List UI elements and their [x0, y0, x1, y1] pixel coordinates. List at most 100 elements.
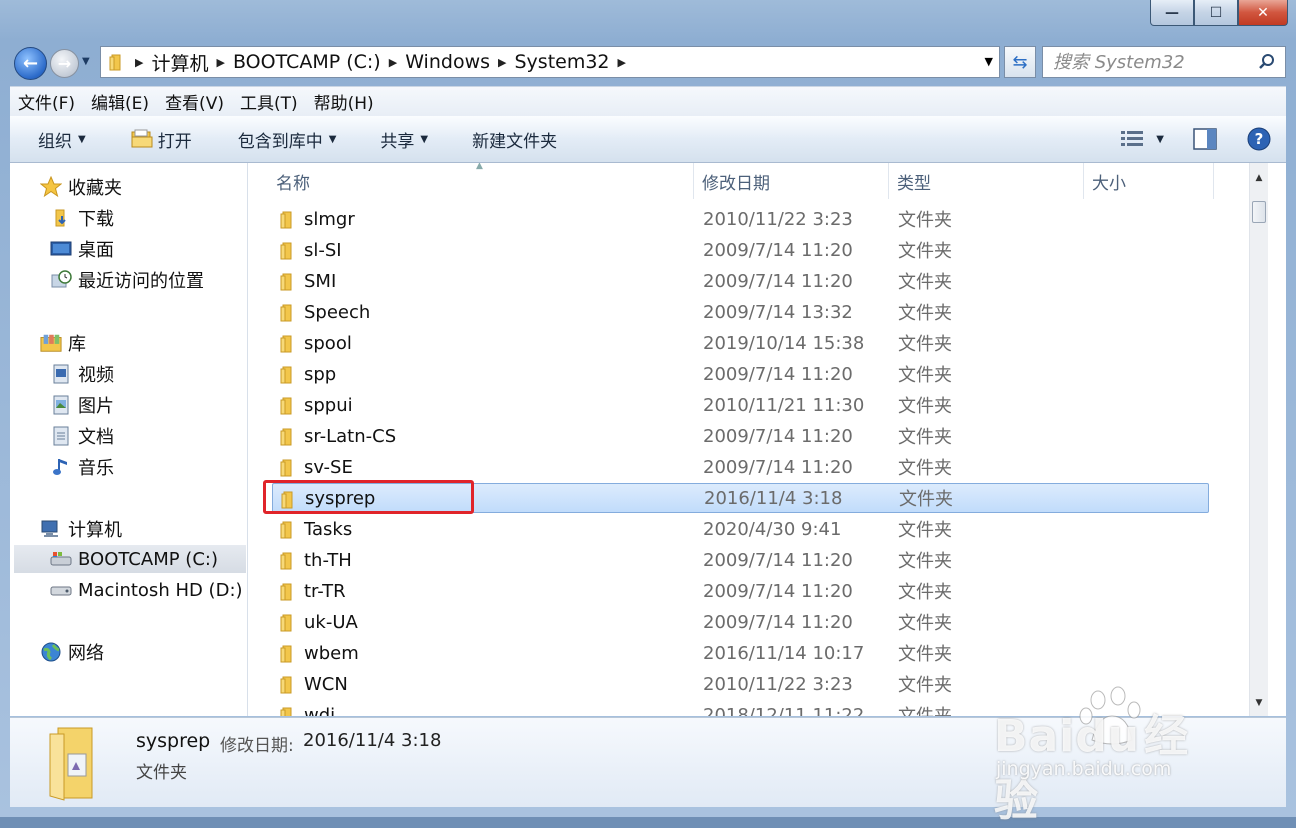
organize-button[interactable]: 组织 ▼ — [38, 127, 86, 152]
table-row[interactable]: uk-UA 2009/7/14 11:20 文件夹 — [272, 607, 1209, 637]
minimize-button[interactable]: — — [1150, 0, 1194, 26]
recent-pages-dropdown[interactable]: ▼ — [82, 56, 90, 67]
close-button[interactable]: ✕ — [1238, 0, 1288, 26]
row-name: Speech — [304, 301, 371, 323]
table-row[interactable]: SMI 2009/7/14 11:20 文件夹 — [272, 266, 1209, 296]
sidebar-item-desktop[interactable]: 桌面 — [50, 235, 114, 263]
sidebar-item-network[interactable]: 网络 — [40, 638, 104, 666]
sidebar-item-videos[interactable]: 视频 — [50, 360, 114, 388]
arrow-left-icon: ← — [22, 53, 39, 74]
row-date: 2009/7/14 11:20 — [703, 611, 853, 633]
breadcrumb-separator-icon[interactable]: ▶ — [135, 56, 143, 69]
back-button[interactable]: ← — [14, 47, 47, 80]
recent-places-icon — [50, 269, 72, 291]
breadcrumb-separator-icon[interactable]: ▶ — [618, 56, 626, 69]
column-header-size[interactable]: 大小 — [1084, 163, 1214, 199]
sidebar-item-recent-places[interactable]: 最近访问的位置 — [50, 266, 204, 294]
table-row[interactable]: Speech 2009/7/14 13:32 文件夹 — [272, 297, 1209, 327]
scroll-thumb[interactable] — [1252, 201, 1266, 223]
address-bar[interactable]: ▶ 计算机 ▶ BOOTCAMP (C:) ▶ Windows ▶ System… — [100, 46, 1000, 78]
sidebar-item-downloads[interactable]: 下载 — [50, 204, 114, 232]
row-name: wdi — [304, 704, 336, 717]
column-header-name[interactable]: 名称 — [268, 163, 694, 199]
row-date: 2016/11/4 3:18 — [704, 487, 843, 509]
table-row[interactable]: sppui 2010/11/21 11:30 文件夹 — [272, 390, 1209, 420]
row-name: sv-SE — [304, 456, 353, 478]
search-input[interactable] — [1051, 47, 1255, 77]
refresh-button[interactable]: ⇆ — [1004, 46, 1036, 78]
menu-help[interactable]: 帮助(H) — [306, 89, 382, 114]
menu-edit[interactable]: 编辑(E) — [83, 89, 157, 114]
row-date: 2010/11/21 11:30 — [703, 394, 865, 416]
table-row[interactable]: sl-SI 2009/7/14 11:20 文件夹 — [272, 235, 1209, 265]
open-button[interactable]: 打开 — [130, 127, 192, 152]
breadcrumb-separator-icon[interactable]: ▶ — [216, 56, 224, 69]
menu-view[interactable]: 查看(V) — [157, 89, 232, 114]
sidebar-item-libraries[interactable]: 库 — [40, 329, 86, 357]
desktop-icon — [50, 238, 72, 260]
address-history-dropdown[interactable]: ▼ — [985, 55, 993, 68]
folder-icon — [278, 272, 298, 297]
vertical-scrollbar[interactable]: ▲ ▼ — [1249, 163, 1268, 716]
table-row[interactable]: slmgr 2010/11/22 3:23 文件夹 — [272, 204, 1209, 234]
sidebar-label-libraries: 库 — [68, 334, 86, 355]
new-folder-button[interactable]: 新建文件夹 — [472, 127, 557, 152]
row-type: 文件夹 — [898, 396, 952, 417]
sidebar-item-music[interactable]: 音乐 — [50, 453, 114, 481]
table-row[interactable]: tr-TR 2009/7/14 11:20 文件夹 — [272, 576, 1209, 606]
table-row[interactable]: sr-Latn-CS 2009/7/14 11:20 文件夹 — [272, 421, 1209, 451]
breadcrumb-drive-c[interactable]: BOOTCAMP (C:) — [233, 51, 381, 73]
maximize-button[interactable]: ☐ — [1194, 0, 1238, 26]
sidebar-item-favorites[interactable]: 收藏夹 — [40, 173, 122, 201]
scroll-up-arrow-icon[interactable]: ▲ — [1250, 169, 1268, 187]
table-row[interactable]: Tasks 2020/4/30 9:41 文件夹 — [272, 514, 1209, 544]
title-bar: — ☐ ✕ — [0, 0, 1296, 40]
include-in-library-button[interactable]: 包含到库中 ▼ — [238, 127, 337, 152]
row-type: 文件夹 — [898, 458, 952, 479]
menu-tools[interactable]: 工具(T) — [232, 89, 306, 114]
forward-button[interactable]: → — [50, 49, 79, 78]
column-header-type[interactable]: 类型 — [889, 163, 1084, 199]
table-row[interactable]: spool 2019/10/14 15:38 文件夹 — [272, 328, 1209, 358]
file-list: ▲ 名称 修改日期 类型 大小 slmgr 2010/11/22 3:23 文件夹 s… — [258, 163, 1268, 716]
breadcrumb-separator-icon[interactable]: ▶ — [498, 56, 506, 69]
sidebar-label-drive-d: Macintosh HD (D:) — [78, 579, 243, 601]
table-row[interactable]: WCN 2010/11/22 3:23 文件夹 — [272, 669, 1209, 699]
breadcrumb-computer[interactable]: 计算机 — [151, 49, 208, 76]
search-box[interactable] — [1042, 46, 1286, 78]
breadcrumb-system32[interactable]: System32 — [514, 51, 609, 73]
folder-icon — [109, 54, 121, 71]
search-icon[interactable] — [1257, 52, 1277, 72]
sidebar-item-computer[interactable]: 计算机 — [40, 515, 122, 543]
row-type: 文件夹 — [898, 303, 952, 324]
view-options-dropdown[interactable]: ▼ — [1156, 134, 1164, 145]
sidebar-item-documents[interactable]: 文档 — [50, 422, 114, 450]
folder-icon — [278, 613, 298, 638]
table-row[interactable]: th-TH 2009/7/14 11:20 文件夹 — [272, 545, 1209, 575]
preview-pane-icon[interactable] — [1192, 127, 1218, 151]
help-icon[interactable]: ? — [1246, 126, 1272, 152]
sidebar-item-drive-d[interactable]: Macintosh HD (D:) — [50, 576, 243, 604]
view-details-icon[interactable] — [1120, 129, 1146, 149]
breadcrumb-windows[interactable]: Windows — [405, 51, 490, 73]
table-row[interactable]: spp 2009/7/14 11:20 文件夹 — [272, 359, 1209, 389]
row-date: 2009/7/14 11:20 — [703, 549, 853, 571]
table-row[interactable]: wbem 2016/11/14 10:17 文件夹 — [272, 638, 1209, 668]
share-button[interactable]: 共享 ▼ — [380, 127, 428, 152]
folder-icon — [278, 241, 298, 266]
folder-icon — [278, 365, 298, 390]
column-header-size-label: 大小 — [1092, 173, 1126, 194]
sidebar-item-drive-c[interactable]: BOOTCAMP (C:) — [14, 545, 246, 573]
table-row[interactable]: sv-SE 2009/7/14 11:20 文件夹 — [272, 452, 1209, 482]
sidebar-item-pictures[interactable]: 图片 — [50, 391, 114, 419]
downloads-folder-icon — [50, 207, 72, 229]
column-header-date[interactable]: 修改日期 — [694, 163, 889, 199]
scroll-down-arrow-icon[interactable]: ▼ — [1250, 694, 1268, 712]
row-date: 2009/7/14 13:32 — [703, 301, 853, 323]
row-type: 文件夹 — [898, 582, 952, 603]
row-date: 2016/11/14 10:17 — [703, 642, 865, 664]
menu-file[interactable]: 文件(F) — [10, 89, 83, 114]
folder-icon — [278, 551, 298, 576]
navigation-pane: 收藏夹 下载 桌面 最近访问的位置 库 视频 图片 文档 音乐 计算机 BOOT… — [10, 163, 248, 716]
breadcrumb-separator-icon[interactable]: ▶ — [389, 56, 397, 69]
